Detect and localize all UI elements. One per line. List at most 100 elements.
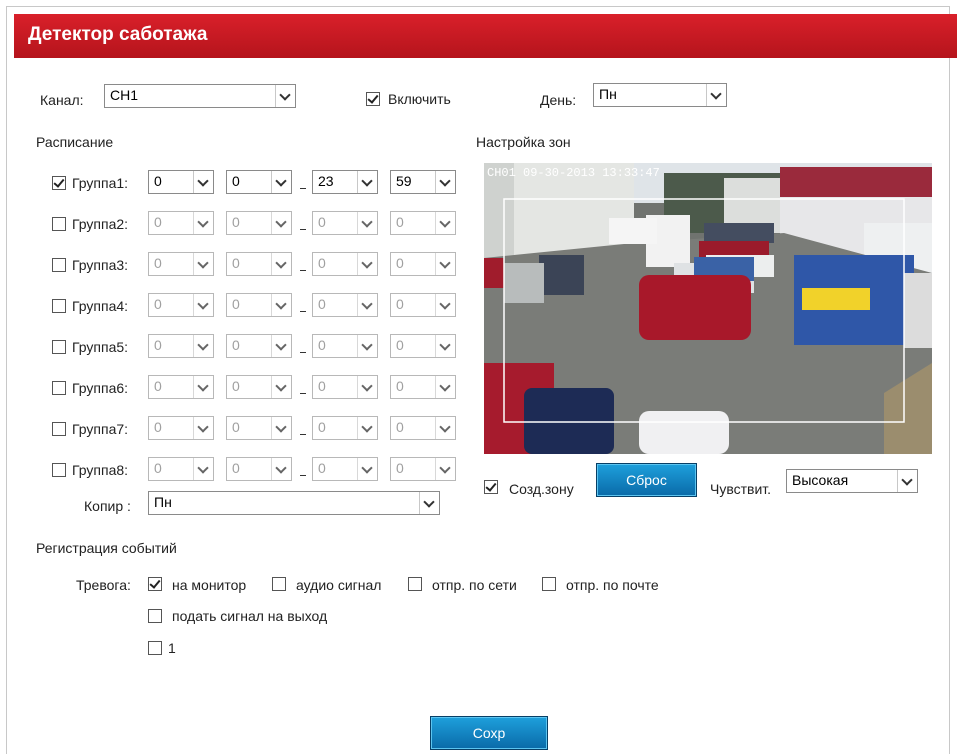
group-1-end-hour-select[interactable]: 23 [312,170,378,194]
group-1-end-hour-value: 23 [318,173,334,189]
copy-label: Копир : [84,498,131,514]
sensitivity-select[interactable]: Высокая [786,469,918,493]
group-5-end-hour-select[interactable]: 0 [312,334,378,358]
group-2-start-hour-select[interactable]: 0 [148,211,214,235]
save-button[interactable]: Сохр [430,716,548,750]
chevron-down-icon [419,492,439,514]
chevron-down-icon [435,335,455,357]
group-4-checkbox[interactable] [52,299,66,313]
group-1-start-minute-value: 0 [232,173,240,189]
group-4-end-hour-select[interactable]: 0 [312,293,378,317]
group-2-end-hour-select[interactable]: 0 [312,211,378,235]
group-1-checkbox[interactable] [52,176,66,190]
alarm-audio-checkbox[interactable] [272,577,286,591]
group-5-end-minute-select[interactable]: 0 [390,334,456,358]
chevron-down-icon [357,458,377,480]
group-3-end-hour-select[interactable]: 0 [312,252,378,276]
group-7-start-hour-select[interactable]: 0 [148,416,214,440]
copy-value: Пн [154,494,172,510]
enable-label: Включить [388,91,451,107]
group-1-end-minute-value: 59 [396,173,412,189]
group-3-end-minute-value: 0 [396,255,404,271]
chevron-down-icon [435,458,455,480]
chevron-down-icon [193,417,213,439]
group-4-end-minute-select[interactable]: 0 [390,293,456,317]
group-2-checkbox[interactable] [52,217,66,231]
zones-heading: Настройка зон [476,134,571,150]
group-1-start-hour-select[interactable]: 0 [148,170,214,194]
alarm-network-label: отпр. по сети [432,577,517,593]
day-label: День: [540,92,577,108]
chevron-down-icon [435,376,455,398]
group-6-start-hour-select[interactable]: 0 [148,375,214,399]
alarm-monitor-checkbox[interactable] [148,577,162,591]
group-2-end-minute-value: 0 [396,214,404,230]
chevron-down-icon [357,335,377,357]
chevron-down-icon [357,212,377,234]
group-8-start-hour-select[interactable]: 0 [148,457,214,481]
group-5-checkbox[interactable] [52,340,66,354]
page-title: Детектор саботажа [28,24,208,45]
group-8-end-minute-select[interactable]: 0 [390,457,456,481]
group-3-end-minute-select[interactable]: 0 [390,252,456,276]
chevron-down-icon [271,253,291,275]
chevron-down-icon [271,294,291,316]
group-1-start-minute-select[interactable]: 0 [226,170,292,194]
enable-checkbox[interactable] [366,92,380,106]
events-heading: Регистрация событий [36,540,177,556]
alarm-network-checkbox[interactable] [408,577,422,591]
group-4-start-minute-select[interactable]: 0 [226,293,292,317]
group-6-end-hour-select[interactable]: 0 [312,375,378,399]
chevron-down-icon [897,470,917,492]
group-6-checkbox[interactable] [52,381,66,395]
group-3-start-minute-select[interactable]: 0 [226,252,292,276]
day-value: Пн [599,86,617,102]
group-7-end-hour-value: 0 [318,419,326,435]
group-7-checkbox[interactable] [52,422,66,436]
channel-value: CH1 [110,87,139,103]
chevron-down-icon [357,417,377,439]
group-7-end-minute-select[interactable]: 0 [390,416,456,440]
group-1-end-minute-select[interactable]: 59 [390,170,456,194]
camera-preview[interactable]: CH01 09-30-2013 13:33:47 [484,163,932,454]
group-4-end-minute-value: 0 [396,296,404,312]
create-zone-checkbox[interactable] [484,480,498,494]
group-6-start-minute-select[interactable]: 0 [226,375,292,399]
group-4-start-hour-select[interactable]: 0 [148,293,214,317]
group-3-checkbox[interactable] [52,258,66,272]
group-2-start-minute-select[interactable]: 0 [226,211,292,235]
group-5-start-hour-select[interactable]: 0 [148,334,214,358]
group-3-start-hour-select[interactable]: 0 [148,252,214,276]
group-7-end-hour-select[interactable]: 0 [312,416,378,440]
group-4-end-hour-value: 0 [318,296,326,312]
group-7-label: Группа7: [72,421,129,437]
channel-select[interactable]: CH1 [104,84,296,108]
group-8-end-minute-value: 0 [396,460,404,476]
group-6-label: Группа6: [72,380,129,396]
chevron-down-icon [271,376,291,398]
copy-select[interactable]: Пн [148,491,440,515]
group-2-end-minute-select[interactable]: 0 [390,211,456,235]
group-8-start-minute-select[interactable]: 0 [226,457,292,481]
group-8-checkbox[interactable] [52,463,66,477]
time-range-dash [300,270,306,271]
group-5-start-minute-select[interactable]: 0 [226,334,292,358]
group-3-start-minute-value: 0 [232,255,240,271]
group-1-start-hour-value: 0 [154,173,162,189]
reset-button[interactable]: Сброс [596,463,697,497]
group-6-start-minute-value: 0 [232,378,240,394]
group-6-start-hour-value: 0 [154,378,162,394]
group-6-end-minute-select[interactable]: 0 [390,375,456,399]
group-5-start-hour-value: 0 [154,337,162,353]
group-4-start-hour-value: 0 [154,296,162,312]
camera-osd: CH01 09-30-2013 13:33:47 [487,166,660,180]
day-select[interactable]: Пн [593,83,727,107]
group-8-end-hour-select[interactable]: 0 [312,457,378,481]
time-range-dash [300,393,306,394]
alarm-email-checkbox[interactable] [542,577,556,591]
group-2-label: Группа2: [72,216,129,232]
group-2-end-hour-value: 0 [318,214,326,230]
alarm-output-1-checkbox[interactable] [148,641,162,655]
group-7-start-minute-select[interactable]: 0 [226,416,292,440]
alarm-output-checkbox[interactable] [148,609,162,623]
